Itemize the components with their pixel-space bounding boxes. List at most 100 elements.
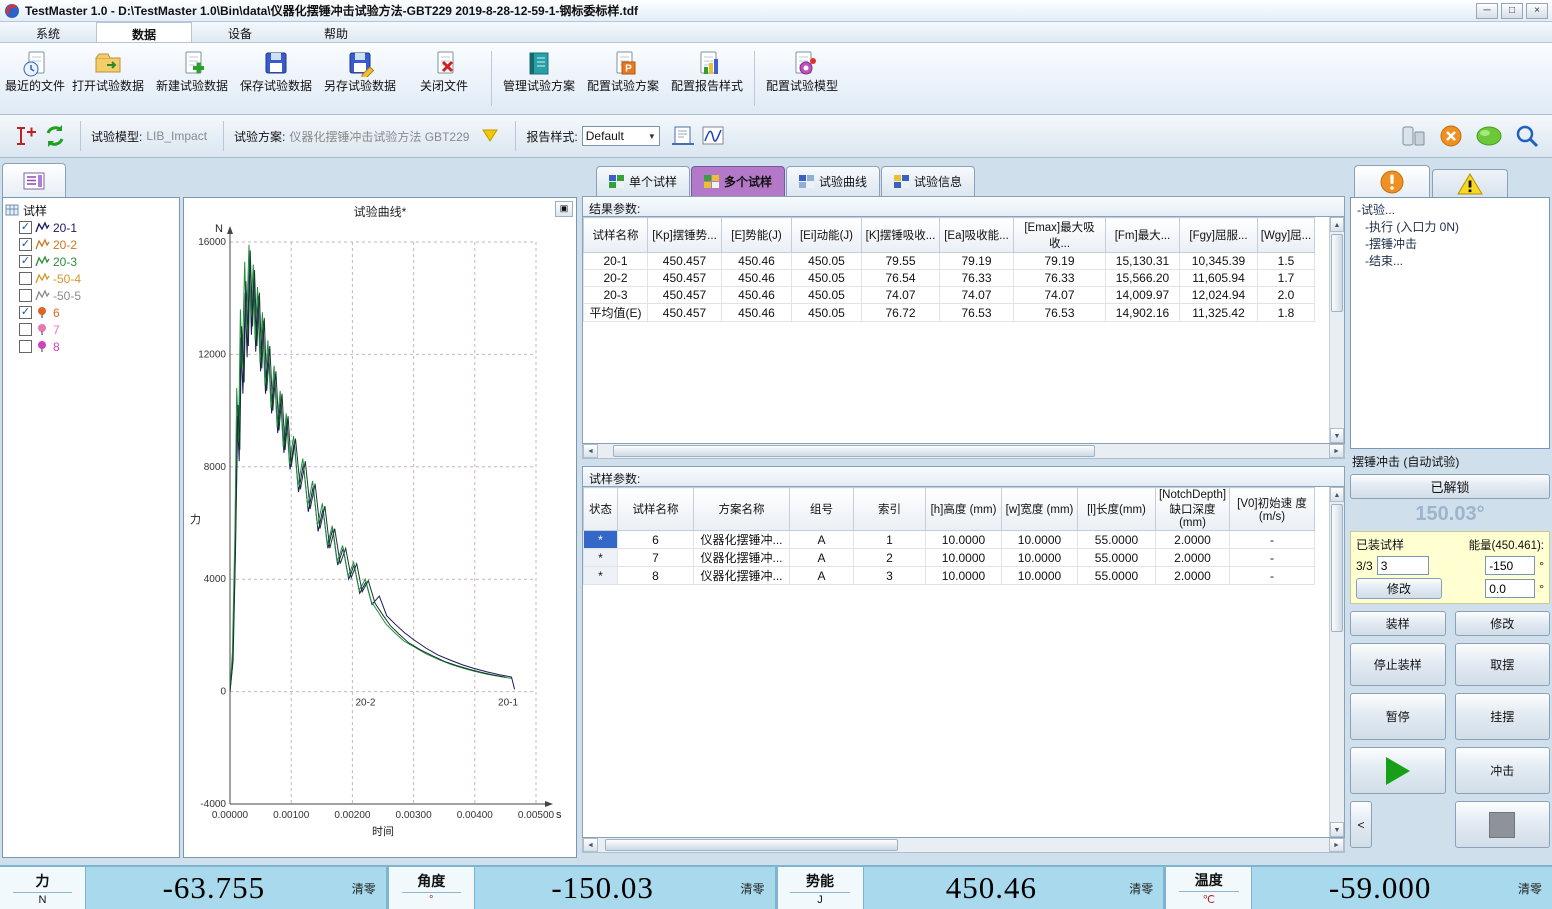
- result-row[interactable]: 平均值(E)450.457450.46450.0576.7276.5376.53…: [584, 304, 1315, 322]
- checkbox[interactable]: ✓: [19, 238, 32, 251]
- clear-energy-button[interactable]: 清零: [1119, 867, 1163, 909]
- tree-item-6[interactable]: ✓ 6: [19, 304, 177, 321]
- samples-horizontal-scrollbar[interactable]: ◄ ►: [582, 838, 1345, 853]
- checkbox[interactable]: ✓: [19, 255, 32, 268]
- samples-vertical-scrollbar[interactable]: ▲ ▼: [1329, 487, 1344, 837]
- target-angle-input[interactable]: [1485, 556, 1535, 575]
- tree-item--50-5[interactable]: -50-5: [19, 287, 177, 304]
- column-header[interactable]: [h]高度 (mm): [926, 488, 1002, 531]
- scroll-up-icon[interactable]: ▲: [1330, 487, 1344, 502]
- close-button[interactable]: ×: [1526, 3, 1548, 19]
- sample-row[interactable]: *7仪器化摆锤冲...A210.000010.000055.00002.0000…: [584, 549, 1315, 567]
- tree-root[interactable]: 试样: [5, 201, 177, 219]
- checkbox[interactable]: [19, 323, 32, 336]
- curve-style-icon[interactable]: [698, 121, 728, 151]
- lock-status-button[interactable]: 已解锁: [1350, 474, 1550, 499]
- sample-row[interactable]: *8仪器化摆锤冲...A310.000010.000055.00002.0000…: [584, 567, 1315, 585]
- clear-angle-button[interactable]: 清零: [731, 867, 775, 909]
- take-pendulum-button[interactable]: 取摆: [1455, 643, 1551, 686]
- column-header[interactable]: [K]摆锤吸收...: [862, 218, 940, 253]
- pause-button[interactable]: 暂停: [1350, 693, 1446, 740]
- impact-button[interactable]: 冲击: [1455, 747, 1551, 794]
- column-header[interactable]: [l]长度(mm): [1078, 488, 1156, 531]
- column-header[interactable]: 试样名称: [584, 218, 648, 253]
- new-data-button[interactable]: 新建试验数据: [150, 45, 234, 112]
- save-as-button[interactable]: 另存试验数据: [318, 45, 402, 112]
- modify-angle-button[interactable]: 修改: [1356, 578, 1442, 599]
- column-header[interactable]: [Ei]动能(J): [792, 218, 862, 253]
- alerts-tab[interactable]: [1354, 165, 1430, 197]
- checkbox[interactable]: ✓: [19, 221, 32, 234]
- column-header[interactable]: [Wgy]屈...: [1258, 218, 1315, 253]
- menu-system[interactable]: 系统: [0, 22, 96, 42]
- collapse-panel-button[interactable]: <: [1350, 801, 1372, 848]
- scroll-down-icon[interactable]: ▼: [1330, 822, 1344, 837]
- results-horizontal-scrollbar[interactable]: ◄ ►: [582, 444, 1345, 459]
- tree-item-20-2[interactable]: ✓ 20-2: [19, 236, 177, 253]
- device-status-icon[interactable]: [1398, 121, 1428, 151]
- tab-test-curve[interactable]: 试验曲线: [786, 166, 880, 196]
- tree-item-7[interactable]: 7: [19, 321, 177, 338]
- results-vertical-scrollbar[interactable]: ▲ ▼: [1329, 217, 1344, 443]
- modify-sample-button[interactable]: 修改: [1455, 611, 1551, 636]
- result-row[interactable]: 20-2450.457450.46450.0576.5476.3376.3315…: [584, 270, 1315, 287]
- close-file-button[interactable]: 关闭文件: [402, 45, 486, 112]
- column-header[interactable]: [Kp]摆锤势...: [648, 218, 722, 253]
- tree-item-20-1[interactable]: ✓ 20-1: [19, 219, 177, 236]
- scroll-right-icon[interactable]: ►: [1329, 444, 1344, 458]
- checkbox[interactable]: [19, 340, 32, 353]
- checkbox[interactable]: [19, 289, 32, 302]
- specimen-list-tab[interactable]: [2, 163, 66, 197]
- refresh-icon[interactable]: [40, 121, 70, 151]
- clear-temperature-button[interactable]: 清零: [1508, 867, 1552, 909]
- column-header[interactable]: [V0]初始速 度(m/s): [1230, 488, 1315, 531]
- tree-item--50-4[interactable]: -50-4: [19, 270, 177, 287]
- column-header[interactable]: 状态: [584, 488, 618, 531]
- menu-data[interactable]: 数据: [96, 22, 192, 42]
- recent-file-button[interactable]: 最近的文件: [4, 45, 66, 112]
- tab-multi-sample[interactable]: 多个试样: [691, 166, 785, 196]
- zero-angle-input[interactable]: [1485, 579, 1535, 598]
- manage-plan-button[interactable]: 管理试验方案: [497, 45, 581, 112]
- column-header[interactable]: [E]势能(J): [722, 218, 792, 253]
- chart-tool-button[interactable]: ▣: [555, 201, 573, 217]
- column-header[interactable]: [Fm]最大...: [1106, 218, 1180, 253]
- scroll-down-icon[interactable]: ▼: [1330, 428, 1344, 443]
- column-header[interactable]: 方案名称: [694, 488, 790, 531]
- hang-pendulum-button[interactable]: 挂摆: [1455, 693, 1551, 740]
- print-preview-icon[interactable]: [668, 121, 698, 151]
- checkbox[interactable]: ✓: [19, 306, 32, 319]
- save-data-button[interactable]: 保存试验数据: [234, 45, 318, 112]
- config-report-button[interactable]: 配置报告样式: [665, 45, 749, 112]
- sample-count-input[interactable]: [1377, 556, 1429, 575]
- tree-item-8[interactable]: 8: [19, 338, 177, 355]
- search-icon[interactable]: [1512, 121, 1542, 151]
- tab-single-sample[interactable]: 单个试样: [596, 166, 690, 196]
- maximize-button[interactable]: □: [1501, 3, 1523, 19]
- tab-test-info[interactable]: 试验信息: [881, 166, 975, 196]
- menu-device[interactable]: 设备: [192, 22, 288, 42]
- load-sample-button[interactable]: 装样: [1350, 611, 1446, 636]
- column-header[interactable]: [NotchDepth] 缺口深度 (mm): [1156, 488, 1230, 531]
- column-header[interactable]: [w]宽度 (mm): [1002, 488, 1078, 531]
- menu-help[interactable]: 帮助: [288, 22, 384, 42]
- scroll-left-icon[interactable]: ◄: [583, 838, 598, 852]
- column-header[interactable]: [Emax]最大吸收...: [1014, 218, 1106, 253]
- config-model-button[interactable]: 配置试验模型: [760, 45, 844, 112]
- stop-loading-button[interactable]: 停止装样: [1350, 643, 1446, 686]
- tree-item-20-3[interactable]: ✓ 20-3: [19, 253, 177, 270]
- config-plan-button[interactable]: P 配置试验方案: [581, 45, 665, 112]
- result-row[interactable]: 20-1450.457450.46450.0579.5579.1979.1915…: [584, 253, 1315, 270]
- minimize-button[interactable]: ─: [1476, 3, 1498, 19]
- clear-force-button[interactable]: 清零: [342, 867, 386, 909]
- column-header[interactable]: [Ea]吸收能...: [940, 218, 1014, 253]
- sample-row[interactable]: *6仪器化摆锤冲...A110.000010.000055.00002.0000…: [584, 531, 1315, 549]
- open-data-button[interactable]: 打开试验数据: [66, 45, 150, 112]
- column-header[interactable]: 索引: [854, 488, 926, 531]
- add-specimen-icon[interactable]: [10, 121, 40, 151]
- warnings-tab[interactable]: [1432, 169, 1508, 197]
- result-row[interactable]: 20-3450.457450.46450.0574.0774.0774.0714…: [584, 287, 1315, 304]
- filter-icon[interactable]: [475, 121, 505, 151]
- checkbox[interactable]: [19, 272, 32, 285]
- start-test-button[interactable]: [1350, 747, 1446, 794]
